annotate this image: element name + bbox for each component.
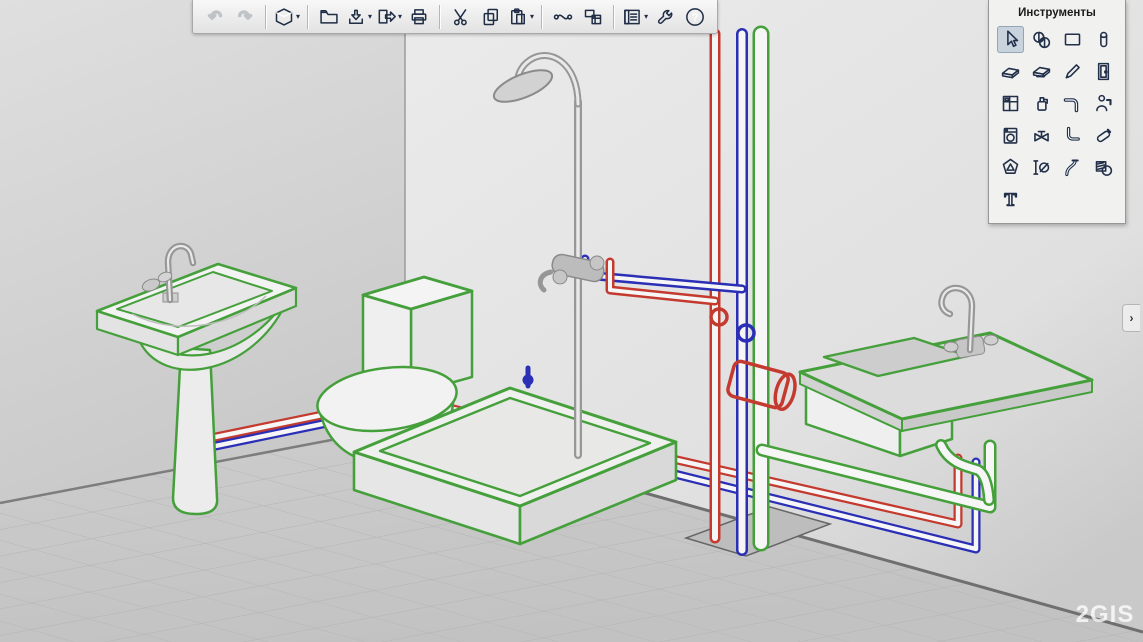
wrench-icon [655, 7, 675, 27]
select-tool-icon [1000, 29, 1021, 50]
tool-marker[interactable] [1090, 122, 1117, 149]
door-tool-icon [1093, 61, 1114, 82]
undo-icon [205, 7, 225, 27]
paste-icon [508, 7, 528, 27]
slab-tool-icon [1000, 61, 1021, 82]
help-button[interactable] [680, 3, 710, 30]
toolbar-separator [307, 5, 309, 29]
tool-pencil[interactable] [1059, 58, 1086, 85]
tool-valve[interactable] [1028, 122, 1055, 149]
pump-tool-icon [1031, 93, 1052, 114]
text-tool-icon [1000, 189, 1021, 210]
tool-fixture[interactable] [1090, 90, 1117, 117]
watermark: 2GIS [1076, 601, 1135, 628]
dropdown-arrow-icon[interactable]: ▾ [644, 13, 648, 21]
slab2-tool-icon [1031, 61, 1052, 82]
paste-button[interactable]: ▾ [506, 3, 536, 30]
tool-slab-offset[interactable] [1028, 58, 1055, 85]
settings-button[interactable] [650, 3, 680, 30]
dropdown-arrow-icon[interactable]: ▾ [530, 13, 534, 21]
tool-text[interactable] [997, 186, 1024, 213]
scenes-icon [583, 7, 603, 27]
dropdown-arrow-icon[interactable]: ▾ [296, 13, 300, 21]
curvepipe-tool-icon [1062, 157, 1083, 178]
toolbar-separator [541, 5, 543, 29]
app-window: 2GIS ▾▾▾▾▾ Инструменты › ↶ ↷ ? [0, 0, 1143, 642]
valve-tool-icon [1031, 125, 1052, 146]
tool-pipe-curve[interactable] [1059, 154, 1086, 181]
tool-pipe-elbow[interactable] [1059, 90, 1086, 117]
polygon-tool-icon [1000, 157, 1021, 178]
tool-door[interactable] [1090, 58, 1117, 85]
tool-pipe-joint[interactable] [1059, 122, 1086, 149]
import-button[interactable]: ▾ [344, 3, 374, 30]
folder-icon [319, 7, 339, 27]
tools-palette: Инструменты [988, 0, 1126, 224]
marker-tool-icon [1093, 125, 1114, 146]
cut-icon [451, 7, 471, 27]
spline-path-button[interactable] [548, 3, 578, 30]
toolbar-separator [439, 5, 441, 29]
dropdown-arrow-icon[interactable]: ▾ [368, 13, 372, 21]
copy-icon [481, 7, 501, 27]
import-icon [346, 7, 366, 27]
rectangle-tool-icon [1062, 29, 1083, 50]
redo-button[interactable] [230, 3, 260, 30]
scenes-button[interactable] [578, 3, 608, 30]
copy-button[interactable] [476, 3, 506, 30]
window-tool-icon [1000, 93, 1021, 114]
help-icon [685, 7, 705, 27]
joint-tool-icon [1062, 125, 1083, 146]
elbow-tool-icon [1062, 93, 1083, 114]
panel-toggle-button[interactable]: › [1122, 304, 1140, 332]
export-icon [376, 7, 396, 27]
tool-appliance[interactable] [997, 122, 1024, 149]
tool-window[interactable] [997, 90, 1024, 117]
export-button[interactable]: ▾ [374, 3, 404, 30]
toolbar-separator [613, 5, 615, 29]
redo-icon [235, 7, 255, 27]
tool-polyhedron[interactable] [997, 154, 1024, 181]
dimension-tool-icon [1031, 157, 1052, 178]
toolbar-separator [265, 5, 267, 29]
chevron-right-icon: › [1130, 311, 1134, 325]
spline-icon [553, 7, 573, 27]
pencil-tool-icon [1062, 61, 1083, 82]
layers-button[interactable]: ▾ [620, 3, 650, 30]
tool-pump[interactable] [1028, 90, 1055, 117]
tool-slab[interactable] [997, 58, 1024, 85]
stamp-tool-icon [1093, 157, 1114, 178]
open-button[interactable] [314, 3, 344, 30]
print-icon [409, 7, 429, 27]
viewport-3d[interactable]: 2GIS [0, 0, 1143, 642]
cut-button[interactable] [446, 3, 476, 30]
toolbar: ▾ ▾ ▾ ▾ ▾ [192, 0, 718, 34]
tool-dimension[interactable] [1028, 154, 1055, 181]
orbit-tool-icon [1031, 29, 1052, 50]
tool-grid [997, 26, 1117, 213]
tool-cylinder[interactable] [1090, 26, 1117, 53]
tool-clone-stamp[interactable] [1090, 154, 1117, 181]
palette-title: Инструменты [997, 7, 1117, 19]
cylinder-tool-icon [1093, 29, 1114, 50]
print-button[interactable] [404, 3, 434, 30]
views-cube-button[interactable]: ▾ [272, 3, 302, 30]
layers-icon [622, 7, 642, 27]
tool-rectangle[interactable] [1059, 26, 1086, 53]
tool-orbit[interactable] [1028, 26, 1055, 53]
cube-icon [274, 7, 294, 27]
appliance-tool-icon [1000, 125, 1021, 146]
undo-button[interactable] [200, 3, 230, 30]
person-tool-icon [1093, 93, 1114, 114]
dropdown-arrow-icon[interactable]: ▾ [398, 13, 402, 21]
tool-select[interactable] [997, 26, 1024, 53]
